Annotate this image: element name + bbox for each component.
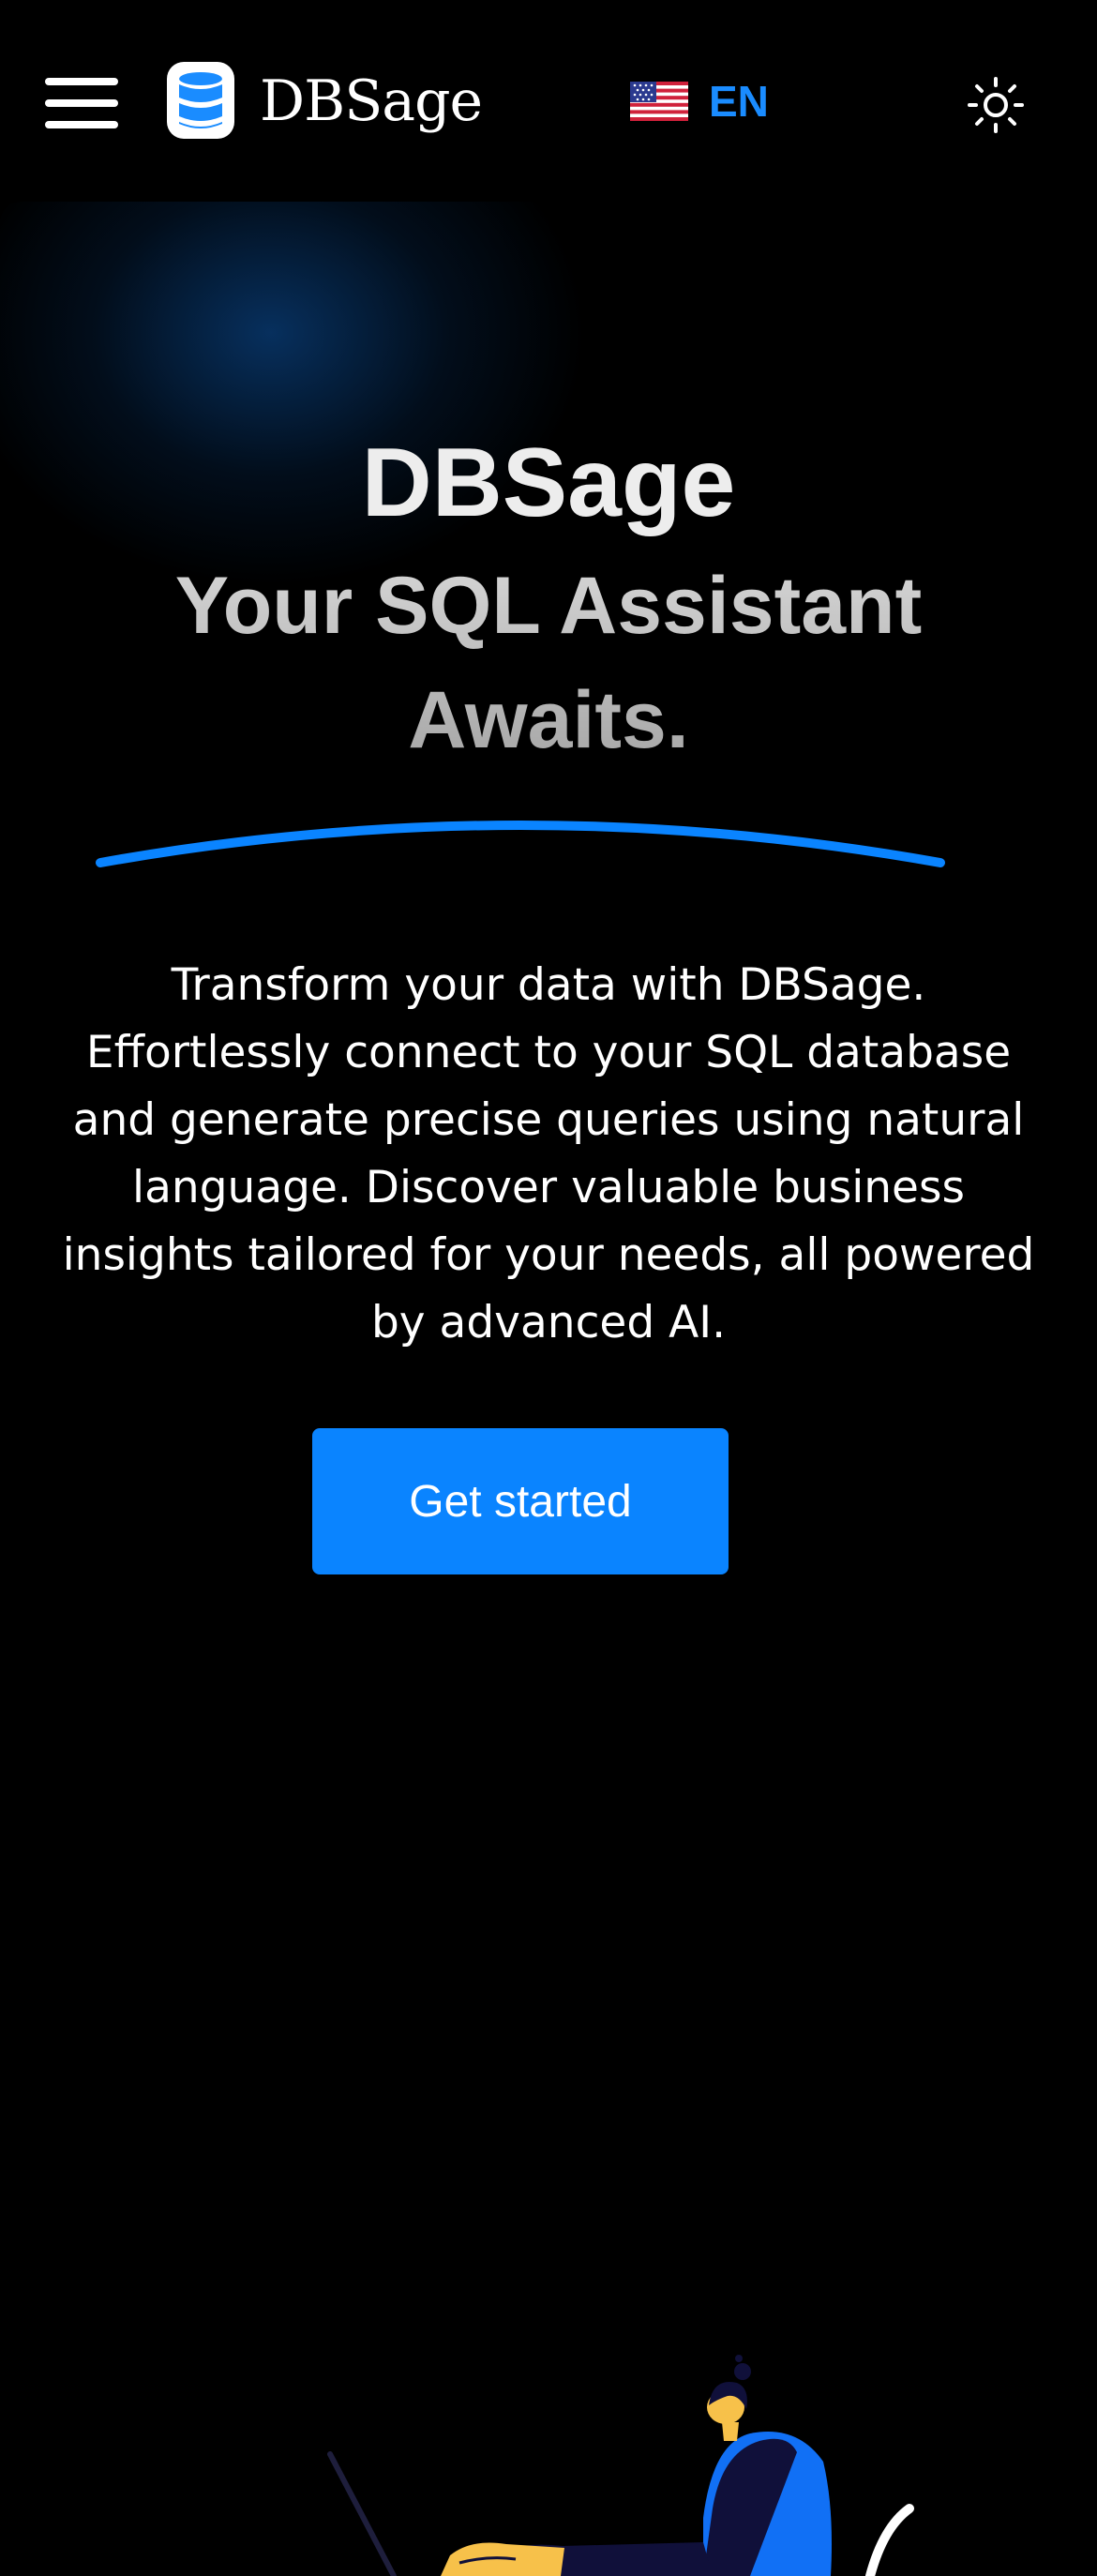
us-flag-icon (630, 82, 688, 121)
hero-section: DBSage Your SQL Assistant Awaits. Transf… (0, 202, 1097, 2576)
top-navbar: DBSage EN (0, 0, 1097, 202)
brand-name[interactable]: DBSage (260, 64, 483, 139)
language-selector[interactable]: EN (630, 73, 769, 129)
hero-title: DBSage (361, 429, 736, 537)
hamburger-menu-icon[interactable] (45, 78, 118, 128)
person-laptop-illustration (327, 2355, 914, 2576)
get-started-button[interactable]: Get started (312, 1428, 729, 1574)
language-code: EN (709, 77, 769, 126)
database-logo-icon (167, 62, 234, 139)
hero-subtitle: Your SQL Assistant Awaits. (80, 549, 1017, 777)
decorative-arc (96, 821, 945, 867)
sun-icon[interactable] (966, 75, 1026, 135)
hero-description: Transform your data with DBSage. Effortl… (62, 959, 1035, 1348)
